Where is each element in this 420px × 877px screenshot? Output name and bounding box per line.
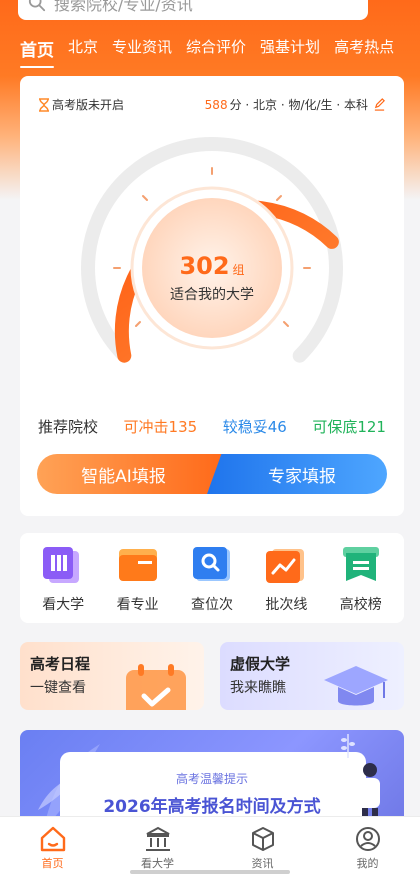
tab-comprehensive[interactable]: 综合评价 (186, 36, 246, 67)
rank-search-icon (192, 547, 230, 581)
stable-count[interactable]: 较稳妥46 (223, 416, 287, 437)
match-gauge[interactable]: 302 组 适合我的大学 (74, 132, 350, 372)
tab-beijing[interactable]: 北京 (68, 36, 98, 67)
quick-action-rank[interactable]: 查位次 (180, 545, 244, 623)
score-card: 高考版未开启 588 分 · 北京 · 物/化/生 · 本科 302 组 适合我… (20, 76, 404, 516)
hourglass-icon (39, 97, 49, 112)
reach-count[interactable]: 可冲击135 (124, 416, 198, 437)
university-building-icon (145, 826, 170, 851)
promo-fake-university[interactable]: 虚假大学 我来瞧瞧 (220, 642, 404, 710)
cube-icon (251, 827, 274, 851)
apply-buttons: 智能AI填报 专家填报 (37, 454, 387, 494)
search-placeholder: 搜索院校/专业/资讯 (54, 0, 193, 14)
home-icon (40, 826, 65, 852)
match-unit: 组 (232, 263, 245, 277)
quick-action-university[interactable]: 看大学 (31, 545, 95, 623)
tabbar-home[interactable]: 首页 (0, 817, 105, 877)
search-icon (28, 0, 46, 12)
calendar-check-icon (126, 664, 186, 710)
tabbar-news[interactable]: 资讯 (210, 817, 315, 877)
tab-major-news[interactable]: 专业资讯 (112, 36, 172, 67)
university-icon (43, 547, 80, 583)
banner-title: 2026年高考报名时间及方式 (103, 797, 321, 817)
quick-action-ranking[interactable]: 高校榜 (329, 545, 393, 623)
recommend-row: 推荐院校 可冲击135 较稳妥46 可保底121 (38, 416, 386, 437)
recommend-label: 推荐院校 (38, 418, 99, 436)
quick-actions: 看大学 看专业 查位次 批次线 高校榜 (20, 533, 404, 623)
match-label: 适合我的大学 (170, 287, 254, 303)
banner-kicker: 高考温馨提示 (175, 772, 248, 786)
search-input[interactable]: 搜索院校/专业/资讯 (18, 0, 368, 20)
ai-apply-button[interactable]: 智能AI填报 (37, 454, 222, 494)
graduation-cap-icon (324, 666, 388, 706)
quick-action-major[interactable]: 看专业 (106, 545, 170, 623)
tabbar-university[interactable]: 看大学 (105, 817, 210, 877)
sprig-decoration-icon (341, 734, 355, 758)
batch-line-icon (266, 549, 305, 583)
bottom-tabbar: 首页 看大学 资讯 我的 (0, 816, 420, 877)
tabbar-profile[interactable]: 我的 (315, 817, 420, 877)
exam-notice-banner[interactable]: 高考温馨提示 2026年高考报名时间及方式 (20, 730, 404, 830)
version-status: 高考版未开启 (38, 96, 124, 113)
tab-strong-base[interactable]: 强基计划 (260, 36, 320, 67)
safe-count[interactable]: 可保底121 (312, 416, 386, 437)
score-value: 588 (204, 97, 228, 112)
edit-icon[interactable] (373, 98, 386, 111)
score-profile[interactable]: 588 分 · 北京 · 物/化/生 · 本科 (205, 96, 386, 113)
match-count: 302 (179, 252, 230, 280)
tab-hot-topics[interactable]: 高考热点 (334, 36, 394, 67)
expert-apply-button[interactable]: 专家填报 (207, 454, 387, 494)
ranking-icon (342, 547, 379, 581)
home-indicator (130, 870, 290, 874)
major-icon (118, 549, 157, 581)
quick-action-batch-line[interactable]: 批次线 (254, 545, 318, 623)
category-tabs: 首页 北京 专业资讯 综合评价 强基计划 高考热点 (20, 36, 408, 68)
profile-icon (355, 827, 380, 851)
tab-home[interactable]: 首页 (20, 36, 54, 68)
promo-exam-schedule[interactable]: 高考日程 一键查看 (20, 642, 204, 710)
score-profile-detail: 分 · 北京 · 物/化/生 · 本科 (229, 98, 368, 112)
